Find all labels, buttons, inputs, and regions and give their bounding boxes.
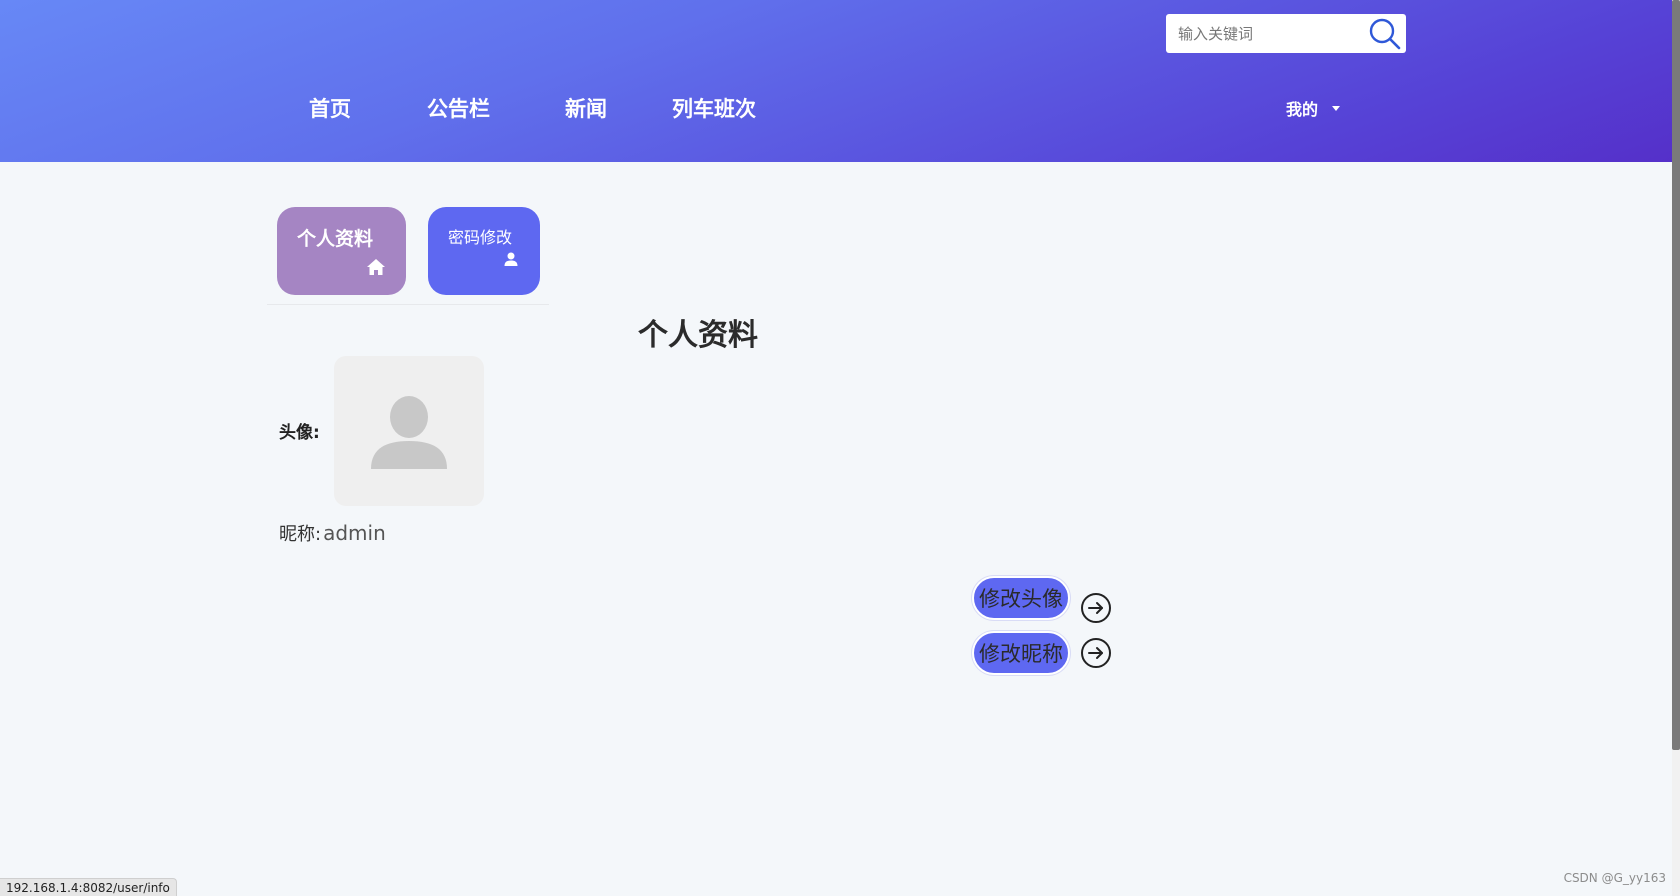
nav-notice-board[interactable]: 公告栏 <box>427 93 490 123</box>
page-title: 个人资料 <box>638 318 758 353</box>
caret-down-icon <box>1332 105 1341 111</box>
nav-news[interactable]: 新闻 <box>565 93 607 123</box>
tab-change-password-label: 密码修改 <box>448 228 513 247</box>
tabs-divider <box>267 304 549 305</box>
tab-change-password[interactable]: 密码修改 <box>428 207 540 295</box>
status-bar-url: 192.168.1.4:8082/user/info <box>0 878 177 896</box>
arrow-right-icon[interactable] <box>1080 592 1112 624</box>
scrollbar-thumb[interactable] <box>1672 0 1680 750</box>
avatar-label: 头像: <box>279 423 320 443</box>
watermark: CSDN @G_yy163 <box>1563 871 1666 885</box>
tab-profile[interactable]: 个人资料 <box>277 207 406 295</box>
nickname-row: 昵称: admin <box>279 520 386 546</box>
search-icon[interactable] <box>1368 17 1402 51</box>
arrow-right-icon[interactable] <box>1080 637 1112 669</box>
home-icon <box>367 259 385 275</box>
nickname-label: 昵称: <box>279 524 322 545</box>
user-icon <box>504 252 518 266</box>
search-box <box>1166 14 1406 53</box>
nav-home[interactable]: 首页 <box>309 93 351 123</box>
nav-train-schedule[interactable]: 列车班次 <box>672 93 756 123</box>
nickname-value: admin <box>323 521 386 545</box>
search-input[interactable] <box>1166 14 1356 53</box>
avatar <box>334 356 484 506</box>
change-avatar-button[interactable]: 修改头像 <box>972 576 1070 620</box>
user-menu[interactable]: 我的 <box>1286 96 1341 120</box>
change-nickname-button[interactable]: 修改昵称 <box>972 631 1070 675</box>
user-menu-label: 我的 <box>1286 100 1319 119</box>
avatar-placeholder-icon <box>371 396 447 469</box>
top-header: 首页 公告栏 新闻 列车班次 我的 <box>0 0 1672 162</box>
tab-profile-label: 个人资料 <box>297 228 374 250</box>
